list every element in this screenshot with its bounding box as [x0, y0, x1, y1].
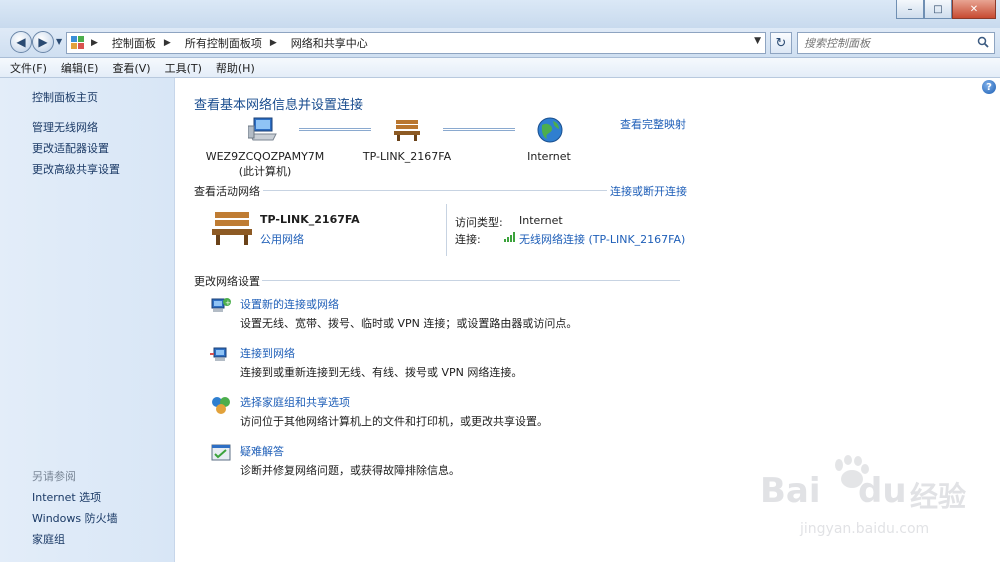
network-type-link[interactable]: 公用网络 — [260, 231, 304, 247]
menu-tools[interactable]: 工具(T) — [165, 60, 202, 76]
search-box[interactable] — [797, 32, 995, 54]
menu-view[interactable]: 查看(V) — [112, 60, 150, 76]
breadcrumb-arrow-icon[interactable]: ▶ — [164, 38, 177, 48]
address-dropdown-icon[interactable]: ▼ — [754, 36, 761, 46]
network-bench-icon — [212, 212, 252, 245]
computer-label: WEZ9ZCQOZPAMY7M (此计算机) — [200, 149, 330, 179]
minimize-button[interactable]: – — [896, 0, 924, 19]
active-networks-heading: 查看活动网络 — [194, 185, 260, 198]
address-bar[interactable]: ▶ 控制面板 ▶ 所有控制面板项 ▶ 网络和共享中心 ▼ — [66, 32, 766, 54]
arrow-left-icon: ◀ — [16, 35, 26, 49]
see-also-firewall[interactable]: Windows 防火墙 — [32, 510, 118, 526]
search-icon[interactable] — [977, 36, 989, 48]
task-connect-network-link[interactable]: 连接到网络 — [240, 345, 295, 361]
internet-globe-icon — [537, 117, 563, 143]
refresh-button[interactable]: ↻ — [770, 32, 792, 54]
sidebar-home-link[interactable]: 控制面板主页 — [32, 89, 98, 105]
connect-disconnect-link[interactable]: 连接或断开连接 — [610, 183, 687, 199]
breadcrumb-control-panel[interactable]: 控制面板 — [112, 35, 156, 51]
recent-pages-dropdown-icon[interactable]: ▼ — [56, 37, 62, 46]
connection-label: 连接: — [455, 233, 481, 246]
access-type-value: Internet — [519, 214, 563, 227]
watermark-cn: 经验 — [910, 480, 967, 513]
link-line — [443, 128, 515, 131]
sidebar-manage-wireless[interactable]: 管理无线网络 — [32, 119, 98, 135]
window-titlebar: – □ ✕ — [0, 0, 1000, 28]
computer-sub: (此计算机) — [238, 165, 292, 178]
svg-text:+: + — [225, 299, 231, 307]
section-divider — [262, 280, 680, 281]
task-homegroup-link[interactable]: 选择家庭组和共享选项 — [240, 394, 350, 410]
wireless-connection-link[interactable]: 无线网络连接 (TP-LINK_2167FA) — [519, 231, 685, 247]
see-also-internet-options[interactable]: Internet 选项 — [32, 489, 101, 505]
search-input[interactable] — [804, 36, 964, 50]
wifi-signal-icon — [504, 232, 515, 242]
breadcrumb-arrow-icon[interactable]: ▶ — [91, 38, 104, 48]
task-new-connection-link[interactable]: 设置新的连接或网络 — [240, 296, 339, 312]
menu-bar: 文件(F) 编辑(E) 查看(V) 工具(T) 帮助(H) — [0, 58, 1000, 78]
troubleshoot-icon — [211, 444, 231, 461]
view-full-map-link[interactable]: 查看完整映射 — [620, 116, 686, 132]
breadcrumb-all-items[interactable]: 所有控制面板项 — [185, 35, 262, 51]
address-toolbar: ◀ ▶ ▼ ▶ 控制面板 ▶ 所有控制面板项 ▶ 网络和共享中心 ▼ ↻ — [0, 28, 1000, 58]
task-troubleshoot-link[interactable]: 疑难解答 — [240, 443, 284, 459]
sidebar-adapter-settings[interactable]: 更改适配器设置 — [32, 140, 109, 156]
page-title: 查看基本网络信息并设置连接 — [194, 98, 364, 113]
see-also-homegroup[interactable]: 家庭组 — [32, 531, 65, 547]
watermark-brand: Bai — [760, 471, 821, 511]
computer-name: WEZ9ZCQOZPAMY7M — [205, 150, 325, 163]
breadcrumb-arrow-icon[interactable]: ▶ — [270, 38, 283, 48]
watermark-url: jingyan.baidu.com — [800, 521, 930, 537]
window-controls: – □ ✕ — [896, 0, 996, 19]
close-button[interactable]: ✕ — [952, 0, 996, 19]
sidebar-advanced-sharing[interactable]: 更改高级共享设置 — [32, 161, 120, 177]
refresh-icon: ↻ — [775, 35, 787, 51]
connect-network-icon — [210, 347, 227, 361]
arrow-right-icon: ▶ — [38, 35, 48, 49]
change-settings-heading: 更改网络设置 — [194, 275, 260, 288]
forward-button[interactable]: ▶ — [32, 31, 54, 53]
link-line — [299, 128, 371, 131]
control-panel-icon — [71, 36, 85, 50]
task-connect-network-desc: 连接到或重新连接到无线、有线、拨号或 VPN 网络连接。 — [240, 366, 523, 379]
watermark-brand-du: du — [858, 471, 907, 511]
menu-edit[interactable]: 编辑(E) — [61, 60, 99, 76]
bench-icon — [394, 120, 420, 141]
see-also-heading: 另请参阅 — [32, 470, 76, 483]
sidebar: 控制面板主页 管理无线网络 更改适配器设置 更改高级共享设置 另请参阅 Inte… — [0, 78, 175, 562]
back-button[interactable]: ◀ — [10, 31, 32, 53]
router-label: TP-LINK_2167FA — [362, 150, 452, 163]
menu-help[interactable]: 帮助(H) — [216, 60, 255, 76]
maximize-button[interactable]: □ — [924, 0, 952, 19]
help-icon[interactable]: ? — [982, 80, 996, 94]
task-homegroup-desc: 访问位于其他网络计算机上的文件和打印机，或更改共享设置。 — [240, 415, 548, 428]
active-network-name: TP-LINK_2167FA — [260, 213, 360, 226]
task-troubleshoot-desc: 诊断并修复网络问题，或获得故障排除信息。 — [240, 464, 460, 477]
section-divider — [263, 190, 607, 191]
task-new-connection-desc: 设置无线、宽带、拨号、临时或 VPN 连接；或设置路由器或访问点。 — [240, 317, 578, 330]
computer-icon — [248, 117, 277, 141]
new-connection-icon: + — [211, 298, 231, 312]
breadcrumb-network-center[interactable]: 网络和共享中心 — [291, 35, 368, 51]
homegroup-icon — [212, 397, 230, 414]
internet-label: Internet — [527, 150, 571, 163]
access-type-label: 访问类型: — [455, 216, 503, 229]
baidu-watermark: Bai du 经验 jingyan.baidu.com — [760, 455, 990, 555]
menu-file[interactable]: 文件(F) — [10, 60, 47, 76]
vertical-divider — [446, 204, 447, 256]
